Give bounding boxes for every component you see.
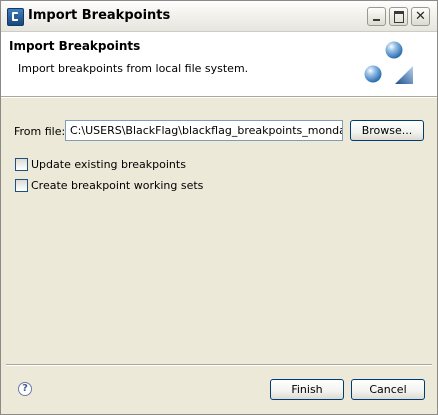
page-title: Import Breakpoints <box>9 39 141 53</box>
page-description: Import breakpoints from local file syste… <box>18 62 249 75</box>
maximize-button[interactable] <box>389 7 408 26</box>
title-bar[interactable]: Import Breakpoints ✕ <box>1 1 437 32</box>
from-file-label: From file: <box>14 125 66 138</box>
update-existing-label: Update existing breakpoints <box>31 158 186 171</box>
window-title: Import Breakpoints <box>28 8 171 23</box>
minimize-button[interactable] <box>367 7 386 26</box>
maximize-icon <box>394 11 404 23</box>
browse-button[interactable]: Browse... <box>350 120 424 141</box>
header-separator <box>1 96 437 98</box>
footer-separator <box>6 364 432 366</box>
finish-button[interactable]: Finish <box>270 379 344 400</box>
create-working-sets-label: Create breakpoint working sets <box>31 179 204 192</box>
from-file-input[interactable]: C:\USERS\BlackFlag\blackflag_breakpoints… <box>65 120 343 141</box>
update-existing-checkbox[interactable] <box>15 158 28 171</box>
minimize-icon <box>373 19 380 21</box>
close-button[interactable]: ✕ <box>411 7 430 26</box>
help-icon[interactable]: ? <box>18 382 32 396</box>
create-working-sets-checkbox[interactable] <box>15 179 28 192</box>
import-breakpoints-dialog: Import Breakpoints ✕ Import Breakpoints … <box>0 0 438 415</box>
breakpoints-wizard-icon <box>364 41 413 84</box>
close-icon: ✕ <box>415 9 426 24</box>
wizard-header: Import Breakpoints Import breakpoints fr… <box>1 32 437 96</box>
app-icon <box>7 8 24 26</box>
cancel-button[interactable]: Cancel <box>351 379 425 400</box>
